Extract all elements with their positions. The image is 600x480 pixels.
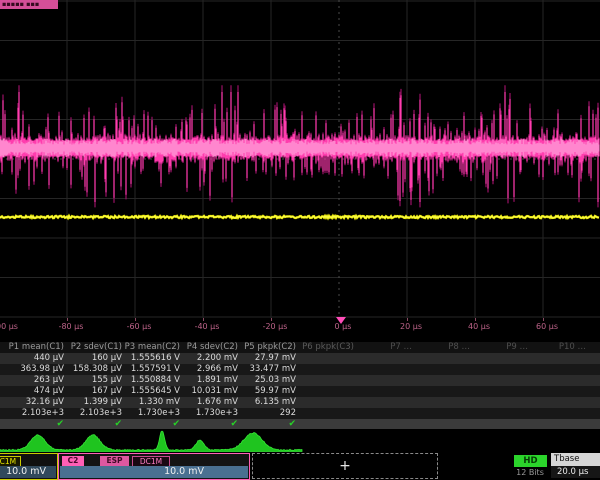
status-check-icon: ✔ xyxy=(124,419,185,430)
time-axis-label: -100 µs xyxy=(0,322,25,331)
axis-tick xyxy=(475,318,476,321)
measurement-value: 1.550884 V xyxy=(124,375,182,386)
param-header[interactable]: P2 sdev(C1) xyxy=(66,342,124,353)
table-row: P1 mean(C1)P2 sdev(C1)P3 mean(C2)P4 sdev… xyxy=(0,342,600,353)
c2-volts-per-div: 10.0 mV xyxy=(60,466,248,478)
measurement-value: 2.200 mV xyxy=(182,353,240,364)
measurement-value: 2.966 mV xyxy=(182,364,240,375)
time-axis-label: 40 µs xyxy=(457,322,501,331)
hd-bits-label: 12 Bits xyxy=(506,468,554,477)
measurement-value: 25.03 mV xyxy=(240,375,298,386)
status-check-icon: ✔ xyxy=(8,419,69,430)
channel-c1-descriptor[interactable]: DC1M 10.0 mV xyxy=(0,453,58,480)
measurement-value: 1.557591 V xyxy=(124,364,182,375)
measurement-value: 440 µV xyxy=(8,353,66,364)
param-header[interactable]: P3 mean(C2) xyxy=(124,342,182,353)
measurement-value: 6.135 mV xyxy=(240,397,298,408)
measurement-value: 1.555616 V xyxy=(124,353,182,364)
param-header-unused[interactable]: P10 … xyxy=(530,342,588,353)
time-axis-label: 20 µs xyxy=(389,322,433,331)
table-row: 32.16 µV1.399 µV1.330 mV1.676 mV6.135 mV xyxy=(0,397,600,408)
measurement-value: 160 µV xyxy=(66,353,124,364)
trigger-position-marker[interactable] xyxy=(336,317,346,324)
time-axis-label: -60 µs xyxy=(117,322,161,331)
table-row: 2.103e+32.103e+31.730e+31.730e+3292 xyxy=(0,408,600,419)
axis-tick xyxy=(271,318,272,321)
measurement-value: 2.103e+3 xyxy=(8,408,66,419)
time-axis-label: -20 µs xyxy=(253,322,297,331)
waveform-display[interactable] xyxy=(0,0,600,318)
axis-tick xyxy=(407,318,408,321)
measurement-value: 32.16 µV xyxy=(8,397,66,408)
measurement-value: 2.103e+3 xyxy=(66,408,124,419)
axis-tick xyxy=(67,318,68,321)
measurement-table: P1 mean(C1)P2 sdev(C1)P3 mean(C2)P4 sdev… xyxy=(0,342,600,430)
measurement-value: 292 xyxy=(240,408,298,419)
time-axis-label: -80 µs xyxy=(49,322,93,331)
measurement-value: 1.891 mV xyxy=(182,375,240,386)
measurement-histicons xyxy=(0,430,600,453)
time-axis: -100 µs-80 µs-60 µs-40 µs-20 µs0 µs20 µs… xyxy=(0,318,600,334)
table-row: 474 µV167 µV1.555645 V10.031 mV59.97 mV xyxy=(0,386,600,397)
measurement-value: 363.98 µV xyxy=(8,364,66,375)
axis-tick xyxy=(135,318,136,321)
c2-esp-badge: ESP xyxy=(100,456,129,466)
status-check-icon: ✔ xyxy=(240,419,301,430)
measurement-value: 27.97 mV xyxy=(240,353,298,364)
oscilloscope-screen: ▪▪▪▪▪ ▪▪▪ -100 µs -80 µs -60 µs -40 µs -20 µ… xyxy=(0,0,600,480)
trace-label: ▪▪▪▪▪ ▪▪▪ xyxy=(0,0,58,9)
table-row: ✔✔✔✔✔ xyxy=(0,419,600,429)
measurement-value: 59.97 mV xyxy=(240,386,298,397)
measurement-value: 1.399 µV xyxy=(66,397,124,408)
timebase-descriptor[interactable]: Tbase xyxy=(551,453,600,466)
measurement-value: 167 µV xyxy=(66,386,124,397)
param-header-unused[interactable]: P7 … xyxy=(356,342,414,353)
param-header-unused[interactable]: P9 … xyxy=(472,342,530,353)
status-check-icon: ✔ xyxy=(66,419,127,430)
axis-tick xyxy=(203,318,204,321)
measurement-value: 1.330 mV xyxy=(124,397,182,408)
param-header[interactable]: P5 pkpk(C2) xyxy=(240,342,298,353)
measurement-value: 474 µV xyxy=(8,386,66,397)
c2-channel-badge: C2 xyxy=(62,456,84,466)
param-header-unused[interactable]: P8 … xyxy=(414,342,472,353)
table-row: 363.98 µV158.308 µV1.557591 V2.966 mV33.… xyxy=(0,364,600,375)
measurement-value: 1.730e+3 xyxy=(182,408,240,419)
status-check-icon: ✔ xyxy=(182,419,243,430)
channel-c2-descriptor[interactable]: C2 ESP DC1M 10.0 mV xyxy=(58,453,250,480)
time-axis-label: -40 µs xyxy=(185,322,229,331)
measurement-value: 155 µV xyxy=(66,375,124,386)
param-header-unused[interactable]: P6 pkpk(C3) xyxy=(298,342,356,353)
table-row: 263 µV155 µV1.550884 V1.891 mV25.03 mV xyxy=(0,375,600,386)
measurement-value: 1.555645 V xyxy=(124,386,182,397)
measurement-value: 263 µV xyxy=(8,375,66,386)
add-trace-button[interactable]: + xyxy=(252,453,438,479)
timebase-value: 20.0 µs xyxy=(551,466,600,478)
c1-volts-per-div: 10.0 mV xyxy=(0,466,56,478)
time-axis-label: 60 µs xyxy=(525,322,569,331)
descriptor-bar: DC1M 10.0 mV C2 ESP DC1M 10.0 mV + HD 12… xyxy=(0,452,600,480)
table-row: 440 µV160 µV1.555616 V2.200 mV27.97 mV xyxy=(0,353,600,364)
measurement-value: 33.477 mV xyxy=(240,364,298,375)
param-header[interactable]: P4 sdev(C2) xyxy=(182,342,240,353)
measurement-value: 1.676 mV xyxy=(182,397,240,408)
measurement-value: 158.308 µV xyxy=(66,364,124,375)
axis-tick xyxy=(543,318,544,321)
hd-mode-badge[interactable]: HD xyxy=(514,455,547,467)
measurement-value: 1.730e+3 xyxy=(124,408,182,419)
measurement-value: 10.031 mV xyxy=(182,386,240,397)
param-header[interactable]: P1 mean(C1) xyxy=(8,342,66,353)
